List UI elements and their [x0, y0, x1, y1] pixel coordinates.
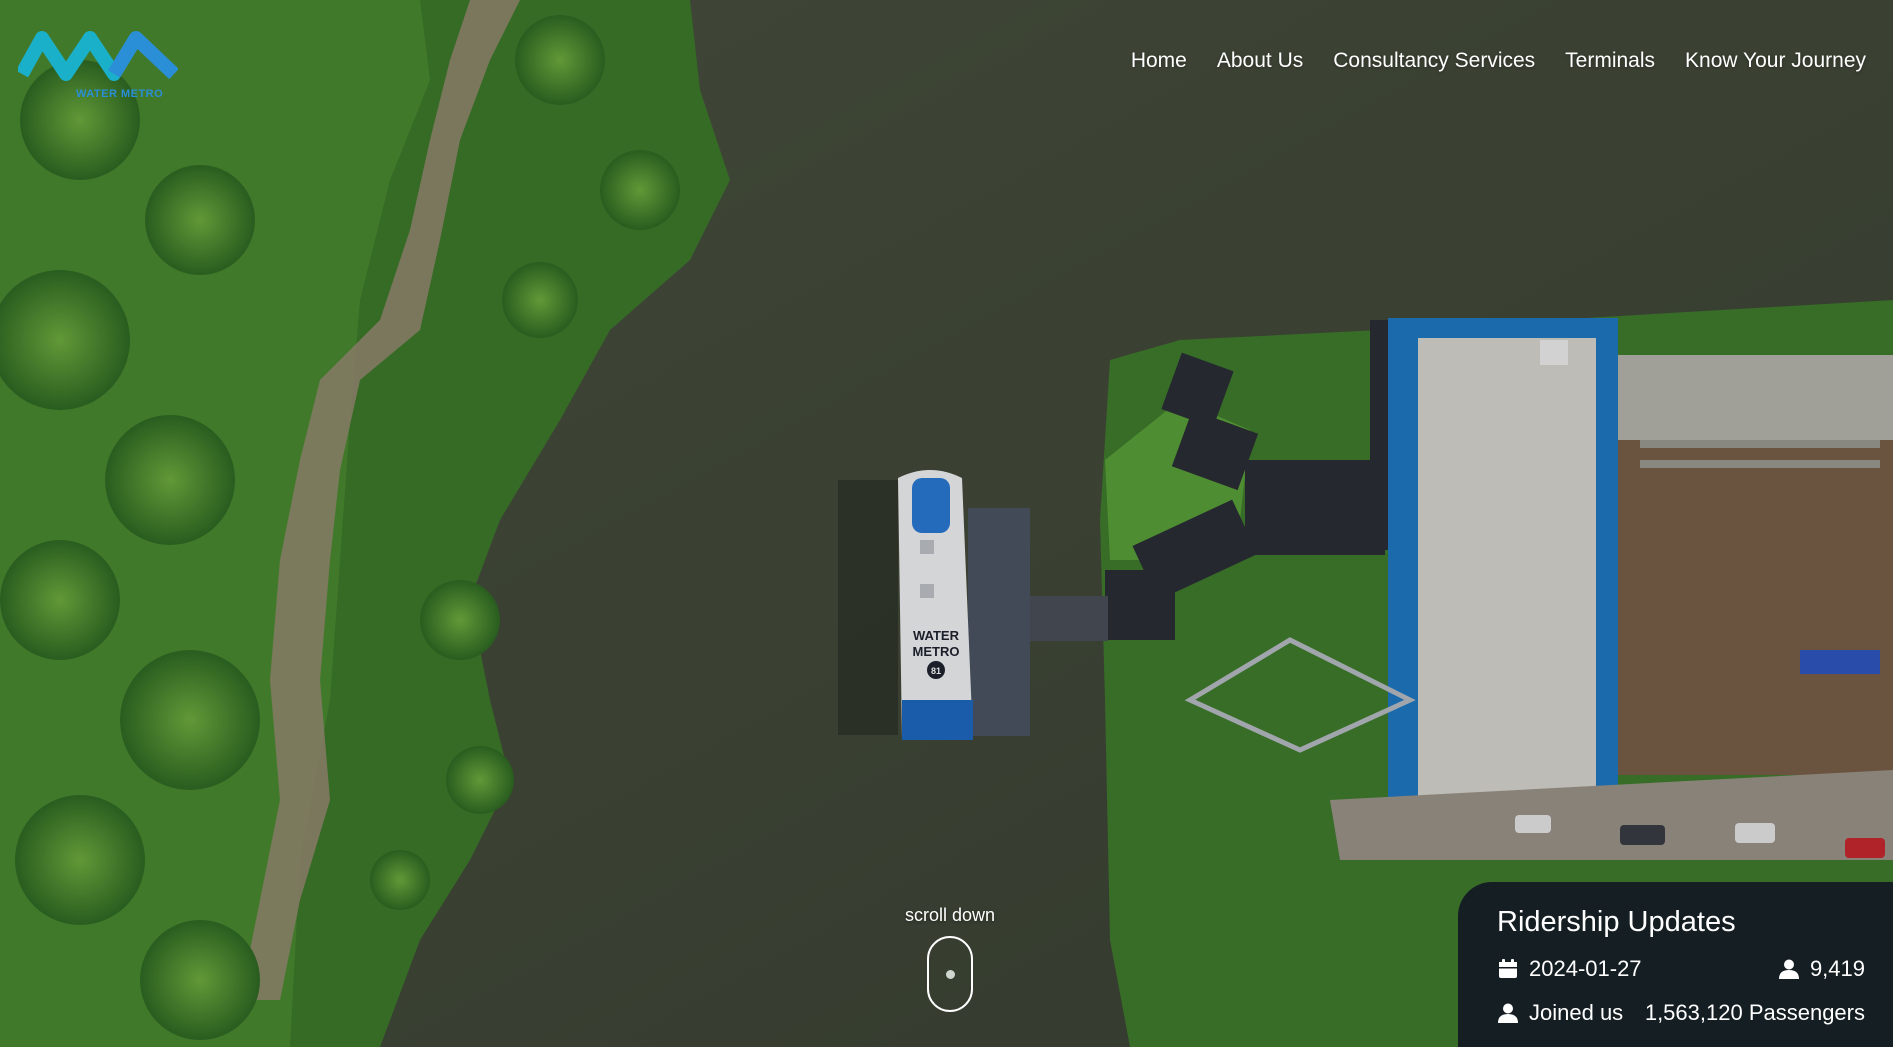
nav-item-home[interactable]: Home [1116, 46, 1202, 76]
logo-icon [15, 31, 179, 81]
scroll-down-indicator[interactable]: scroll down [900, 905, 1000, 1012]
ridership-date: 2024-01-27 [1497, 956, 1642, 982]
main-nav: Home About Us Consultancy Services Termi… [1116, 46, 1881, 76]
ridership-title: Ridership Updates [1497, 906, 1736, 938]
scroll-down-label: scroll down [904, 905, 996, 925]
user-icon [1778, 959, 1799, 979]
ridership-daily-count: 9,419 [1809, 956, 1865, 981]
hero-section: WATER METRO 81 WATER METRO Home About Us… [0, 0, 1893, 1047]
ridership-daily: 9,419 [1778, 956, 1865, 982]
nav-item-terminals[interactable]: Terminals [1550, 46, 1670, 76]
ridership-joined: Joined us [1497, 1000, 1623, 1026]
ridership-total-passengers: 1,563,120 Passengers [1644, 1000, 1865, 1025]
ridership-total: 1,563,120 Passengers [1645, 1000, 1865, 1026]
ridership-row-date: 2024-01-27 9,419 [1497, 954, 1865, 984]
ridership-date-value: 2024-01-27 [1529, 956, 1642, 981]
mouse-scroll-icon[interactable] [927, 936, 973, 1012]
nav-item-consultancy-services[interactable]: Consultancy Services [1318, 46, 1550, 76]
calendar-icon [1499, 959, 1517, 978]
user-icon [1498, 1003, 1518, 1023]
ridership-updates-panel: Ridership Updates 2024-01-27 9,419 Joine… [1458, 882, 1893, 1047]
water-metro-logo[interactable]: WATER METRO [15, 16, 183, 102]
ridership-joined-label: Joined us [1529, 1000, 1624, 1025]
nav-item-about-us[interactable]: About Us [1202, 46, 1318, 76]
mouse-wheel-dot [945, 970, 955, 979]
nav-item-know-your-journey[interactable]: Know Your Journey [1670, 46, 1881, 76]
logo-text: WATER METRO [76, 88, 164, 100]
ridership-row-total: Joined us 1,563,120 Passengers [1497, 998, 1865, 1028]
